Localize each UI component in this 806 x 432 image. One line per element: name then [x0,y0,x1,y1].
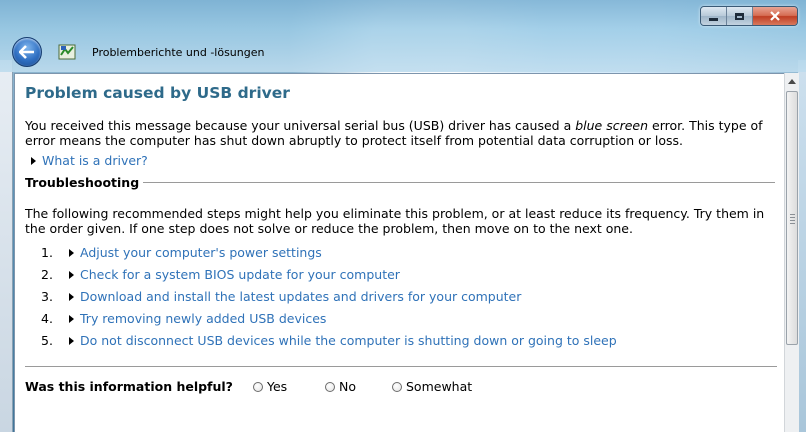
window-caption: Problemberichte und -lösungen [0,0,806,72]
radio-somewhat[interactable]: Somewhat [392,379,472,394]
back-arrow-icon [19,45,34,59]
vertical-scrollbar[interactable] [784,73,799,432]
step-number: 2. [41,267,53,282]
background-window-edge-right [798,60,806,432]
maximize-button[interactable] [727,7,753,25]
step-link[interactable]: Adjust your computer's power settings [80,245,322,260]
minimize-icon [709,17,718,21]
page-title: Problem caused by USB driver [25,84,290,102]
triangle-right-icon [31,156,36,165]
radio-circle-icon[interactable] [253,381,263,392]
close-button[interactable] [753,7,797,25]
triangle-right-icon [69,248,74,257]
what-is-driver-link[interactable]: What is a driver? [42,153,148,168]
step-number: 5. [41,333,53,348]
content-pane: Problem caused by USB driver You receive… [14,73,784,432]
step-item[interactable]: 4. Try removing newly added USB devices [41,311,326,326]
caption-buttons [700,6,798,26]
step-item[interactable]: 1. Adjust your computer's power settings [41,245,322,260]
radio-yes[interactable]: Yes [253,379,287,394]
step-item[interactable]: 2. Check for a system BIOS update for yo… [41,267,400,282]
maximize-icon [735,12,744,20]
troubleshooting-heading: Troubleshooting [25,175,775,190]
step-item[interactable]: 5. Do not disconnect USB devices while t… [41,333,617,348]
scroll-up-button[interactable] [785,73,799,89]
close-icon [770,11,780,21]
section-divider [143,182,775,183]
feedback-divider [25,366,777,367]
radio-circle-icon[interactable] [325,381,335,392]
navigation-bar: Problemberichte und -lösungen [12,36,264,68]
step-number: 3. [41,289,53,304]
blue-screen-term: blue screen [575,118,649,133]
radio-yes-label: Yes [267,379,288,394]
scroll-up-arrow-icon [788,78,796,84]
step-link[interactable]: Try removing newly added USB devices [80,311,326,326]
triangle-right-icon [69,270,74,279]
radio-no[interactable]: No [325,379,356,394]
radio-somewhat-label: Somewhat [406,379,473,394]
step-number: 4. [41,311,53,326]
triangle-right-icon [69,336,74,345]
what-is-driver-expander[interactable]: What is a driver? [31,153,148,168]
step-item[interactable]: 3. Download and install the latest updat… [41,289,521,304]
triangle-right-icon [69,292,74,301]
step-number: 1. [41,245,53,260]
step-link[interactable]: Download and install the latest updates … [80,289,521,304]
problem-description-text: You received this message because your u… [25,118,576,133]
triangle-right-icon [69,314,74,323]
troubleshooting-title: Troubleshooting [25,175,140,190]
scrollbar-grip-icon [790,214,795,226]
scrollbar-thumb[interactable] [786,91,798,345]
troubleshooting-intro: The following recommended steps might he… [25,206,765,236]
feedback-row: Was this information helpful? Yes No Som… [25,379,725,397]
window-title: Problemberichte und -lösungen [92,45,265,59]
minimize-button[interactable] [701,7,727,25]
step-link[interactable]: Do not disconnect USB devices while the … [80,333,617,348]
radio-circle-icon[interactable] [392,381,402,392]
feedback-question: Was this information helpful? [25,379,233,394]
action-center-flag-icon [58,43,76,61]
background-window-edge [0,60,13,432]
problem-description: You received this message because your u… [25,118,770,148]
radio-no-label: No [339,379,356,394]
back-button[interactable] [12,37,42,67]
step-link[interactable]: Check for a system BIOS update for your … [80,267,400,282]
